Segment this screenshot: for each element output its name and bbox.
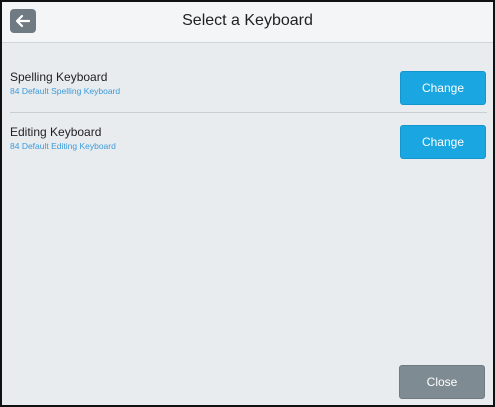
keyboard-subtitle: 84 Default Editing Keyboard [10, 141, 116, 151]
keyboard-title: Spelling Keyboard [10, 70, 108, 84]
dialog-window: Select a Keyboard Spelling Keyboard 84 D… [0, 0, 495, 407]
page-title: Select a Keyboard [182, 12, 313, 29]
keyboard-subtitle: 84 Default Spelling Keyboard [10, 86, 121, 96]
close-button[interactable]: Close [399, 365, 485, 399]
keyboard-title: Editing Keyboard [10, 125, 102, 139]
header-bar: Select a Keyboard [2, 2, 493, 43]
row-divider [10, 112, 487, 113]
change-spelling-keyboard-button[interactable]: Change [400, 71, 486, 105]
change-editing-keyboard-button[interactable]: Change [400, 125, 486, 159]
